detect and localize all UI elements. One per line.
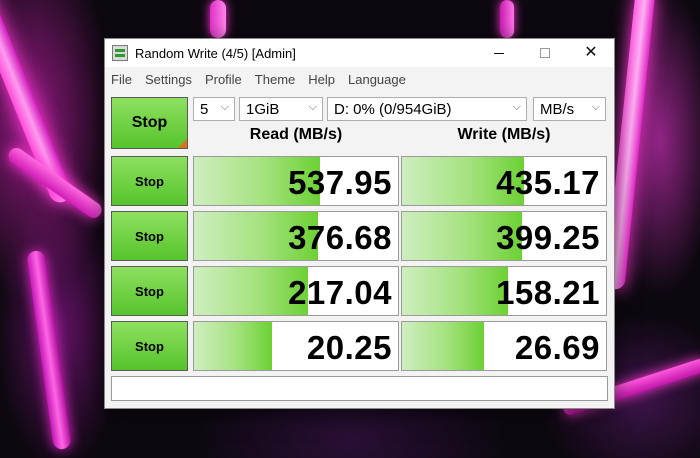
- test-count-value: 5: [200, 100, 209, 118]
- row-stop-button[interactable]: Stop: [111, 211, 188, 261]
- row-stop-button[interactable]: Stop: [111, 156, 188, 206]
- menu-help[interactable]: Help: [308, 72, 335, 87]
- read-bar: [194, 322, 272, 370]
- menu-theme[interactable]: Theme: [255, 72, 295, 87]
- maximize-button[interactable]: [522, 39, 568, 67]
- comment-input[interactable]: [111, 376, 608, 401]
- write-header: Write (MB/s): [457, 126, 551, 143]
- read-value: 217.04: [288, 274, 392, 311]
- chevron-down-icon: ⌵: [308, 101, 317, 113]
- test-size-select[interactable]: 1GiB ⌵: [239, 97, 323, 121]
- test-row: Stop 20.25 26.69: [111, 321, 608, 376]
- test-row: Stop 537.95 435.17: [111, 156, 608, 211]
- write-result: 399.25: [401, 211, 607, 261]
- chevron-down-icon: ⌵: [591, 101, 600, 113]
- test-row: Stop 217.04 158.21: [111, 266, 608, 321]
- row-stop-button[interactable]: Stop: [111, 321, 188, 371]
- maximize-icon: [540, 48, 550, 58]
- read-value: 20.25: [306, 329, 392, 366]
- drive-value: D: 0% (0/954GiB): [334, 100, 452, 118]
- app-icon: [112, 45, 128, 61]
- title-bar: Random Write (4/5) [Admin] ✕: [105, 39, 614, 67]
- menu-settings[interactable]: Settings: [145, 72, 192, 87]
- write-bar: [402, 267, 509, 315]
- control-row: Stop 5 ⌵ 1GiB ⌵ D: 0% (0/954GiB) ⌵ MB/s …: [111, 96, 608, 156]
- write-value: 158.21: [496, 274, 600, 311]
- neon-tube: [26, 249, 72, 451]
- menu-bar: File Settings Profile Theme Help Languag…: [105, 67, 614, 91]
- read-value: 376.68: [288, 219, 392, 256]
- write-value: 399.25: [496, 219, 600, 256]
- menu-profile[interactable]: Profile: [205, 72, 242, 87]
- write-result: 435.17: [401, 156, 607, 206]
- test-row: Stop 376.68 399.25: [111, 211, 608, 266]
- write-bar: [402, 322, 484, 370]
- drive-select[interactable]: D: 0% (0/954GiB) ⌵: [327, 97, 527, 121]
- stop-all-button[interactable]: Stop: [111, 97, 188, 149]
- chevron-down-icon: ⌵: [220, 101, 229, 113]
- app-window: Random Write (4/5) [Admin] ✕ File Settin…: [104, 38, 615, 409]
- read-result: 537.95: [193, 156, 399, 206]
- read-result: 217.04: [193, 266, 399, 316]
- write-result: 26.69: [401, 321, 607, 371]
- write-value: 435.17: [496, 164, 600, 201]
- menu-language[interactable]: Language: [348, 72, 406, 87]
- window-title: Random Write (4/5) [Admin]: [135, 45, 296, 61]
- test-size-value: 1GiB: [246, 100, 280, 118]
- read-result: 376.68: [193, 211, 399, 261]
- minimize-icon: [494, 52, 504, 54]
- close-icon: ✕: [584, 44, 598, 61]
- minimize-button[interactable]: [476, 39, 522, 67]
- benchmark-panel: Stop 5 ⌵ 1GiB ⌵ D: 0% (0/954GiB) ⌵ MB/s …: [111, 96, 608, 376]
- neon-tube: [210, 0, 226, 38]
- unit-select[interactable]: MB/s ⌵: [533, 97, 606, 121]
- write-result: 158.21: [401, 266, 607, 316]
- write-value: 26.69: [514, 329, 600, 366]
- read-result: 20.25: [193, 321, 399, 371]
- menu-file[interactable]: File: [111, 72, 132, 87]
- close-button[interactable]: ✕: [568, 39, 614, 67]
- row-stop-button[interactable]: Stop: [111, 266, 188, 316]
- corner-indicator: [178, 139, 187, 148]
- unit-value: MB/s: [540, 100, 575, 118]
- test-count-select[interactable]: 5 ⌵: [193, 97, 235, 121]
- chevron-down-icon: ⌵: [512, 101, 521, 113]
- stop-all-label: Stop: [131, 114, 168, 131]
- read-value: 537.95: [288, 164, 392, 201]
- neon-tube: [500, 0, 514, 38]
- read-header: Read (MB/s): [249, 126, 343, 143]
